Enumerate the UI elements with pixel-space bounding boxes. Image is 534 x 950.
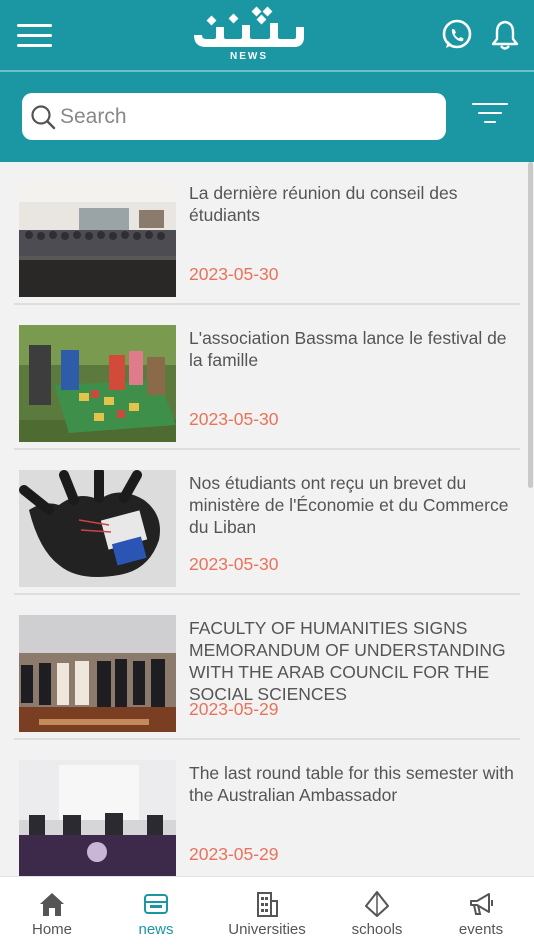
news-date: 2023-05-29 — [189, 844, 279, 864]
news-thumbnail — [19, 325, 176, 442]
news-thumbnail — [19, 180, 176, 297]
news-list: La dernière réunion du conseil des étudi… — [0, 162, 534, 876]
tab-label: news — [138, 921, 174, 938]
megaphone-icon — [470, 893, 493, 915]
tab-label: Home — [31, 921, 72, 938]
news-date: 2023-05-29 — [189, 699, 279, 719]
app-header: NEWS — [0, 0, 534, 72]
filter-icon[interactable] — [472, 100, 508, 126]
menu-icon[interactable] — [17, 24, 52, 48]
news-title: FACULTY OF HUMANITIES SIGNS MEMORANDUM O… — [189, 618, 506, 704]
news-date: 2023-05-30 — [189, 264, 279, 284]
news-item[interactable]: La dernière réunion du conseil des étudi… — [14, 162, 520, 305]
news-item[interactable]: L'association Bassma lance le festival d… — [14, 307, 520, 450]
home-icon — [40, 893, 64, 916]
logo-subtitle: NEWS — [230, 51, 268, 62]
bottom-tab-bar: Home news Universities schools events — [0, 876, 534, 950]
news-thumbnail — [19, 760, 176, 876]
news-date: 2023-05-30 — [189, 409, 279, 429]
search-bar — [0, 72, 534, 162]
tab-label: schools — [351, 921, 403, 938]
search-box[interactable] — [22, 93, 446, 140]
tab-events[interactable]: events — [428, 877, 534, 950]
scrollbar[interactable] — [528, 162, 533, 488]
search-icon — [31, 105, 56, 130]
news-title: L'association Bassma lance le festival d… — [189, 328, 507, 370]
tab-universities[interactable]: Universities — [208, 877, 326, 950]
search-input[interactable] — [60, 99, 440, 134]
tab-schools[interactable]: schools — [326, 877, 428, 950]
bell-icon[interactable] — [490, 19, 520, 51]
news-thumbnail — [19, 470, 176, 587]
diamond-icon — [365, 891, 389, 917]
app-logo: NEWS — [190, 5, 308, 65]
news-title: Nos étudiants ont reçu un brevet du mini… — [189, 473, 509, 537]
whatsapp-icon[interactable] — [441, 19, 473, 51]
tab-home[interactable]: Home — [0, 877, 104, 950]
news-date: 2023-05-30 — [189, 554, 279, 574]
news-thumbnail — [19, 615, 176, 732]
news-icon — [144, 894, 168, 914]
tab-label: Universities — [228, 921, 306, 938]
news-item[interactable]: Nos étudiants ont reçu un brevet du mini… — [14, 452, 520, 595]
news-item[interactable]: FACULTY OF HUMANITIES SIGNS MEMORANDUM O… — [14, 597, 520, 740]
tab-news[interactable]: news — [104, 877, 208, 950]
news-title: La dernière réunion du conseil des étudi… — [189, 183, 458, 225]
news-item[interactable]: The last round table for this semester w… — [14, 742, 520, 876]
news-title: The last round table for this semester w… — [189, 763, 514, 805]
building-icon — [257, 892, 278, 917]
tab-label: events — [458, 921, 504, 938]
